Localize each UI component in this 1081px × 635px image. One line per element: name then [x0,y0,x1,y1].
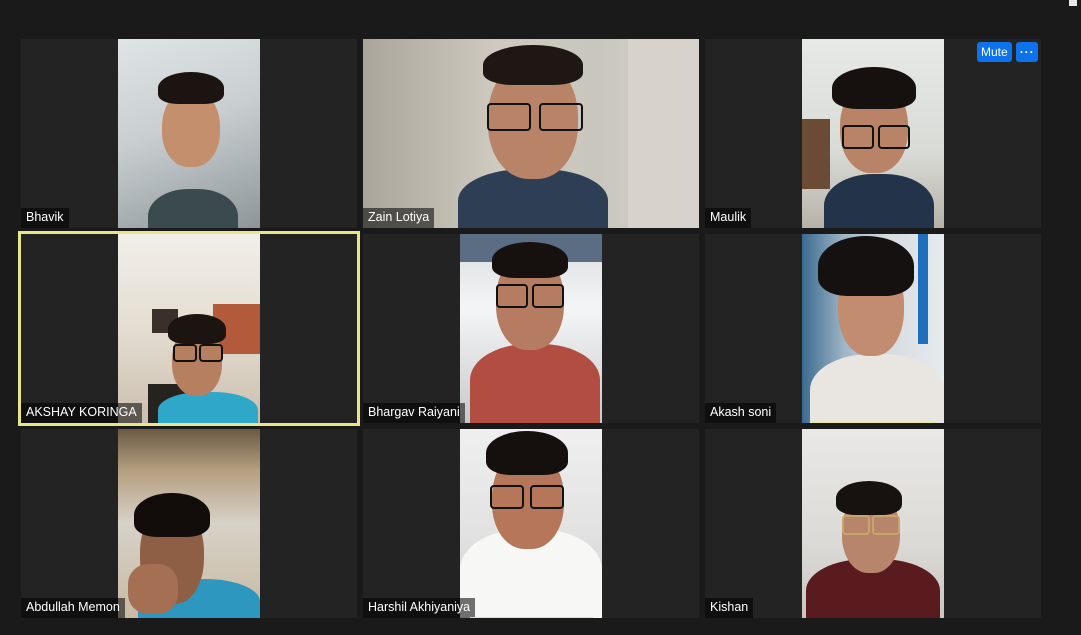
participant-video [802,39,944,228]
participant-tile-bhargav-raiyani[interactable]: Bhargav Raiyani [363,234,699,423]
participant-tile-abdullah-memon[interactable]: Abdullah Memon [21,429,357,618]
participant-video [802,429,944,618]
participant-name: Kishan [705,598,754,618]
participant-name: Abdullah Memon [21,598,125,618]
participant-name: Harshil Akhiyaniya [363,598,476,618]
participant-video [118,39,260,228]
participant-tile-akshay-koringa[interactable]: AKSHAY KORINGA [18,231,360,426]
gallery-view: Bhavik Zain Lotiya Maulik AKSHAY KORINGA… [0,0,1081,635]
participant-tile-zain-lotiya[interactable]: Zain Lotiya [363,39,699,228]
participant-tile-akash-soni[interactable]: Akash soni [705,234,1041,423]
participant-name: Maulik [705,208,752,228]
participant-video [460,234,602,423]
participant-name: Zain Lotiya [363,208,435,228]
participant-name: Bhavik [21,208,69,228]
participant-video [118,429,260,618]
participant-video [118,234,260,423]
audio-activity-bar [470,617,593,618]
participant-video [363,39,699,228]
participant-tile-maulik[interactable]: Maulik [705,39,1041,228]
participant-video [802,234,944,423]
participant-name: Bhargav Raiyani [363,403,465,423]
participant-tile-kishan[interactable]: Kishan [705,429,1041,618]
participant-tile-harshil-akhiyaniya[interactable]: Harshil Akhiyaniya [363,429,699,618]
mute-button[interactable]: Mute [977,42,1012,62]
participant-tile-bhavik[interactable]: Bhavik [21,39,357,228]
more-options-button[interactable]: ··· [1015,42,1038,62]
participant-name: AKSHAY KORINGA [21,403,142,423]
window-corner-mark [1069,0,1077,6]
audio-activity-bar [812,422,935,423]
participant-video [460,429,602,618]
participant-name: Akash soni [705,403,777,423]
tile-controls: Mute ··· [977,42,1038,62]
